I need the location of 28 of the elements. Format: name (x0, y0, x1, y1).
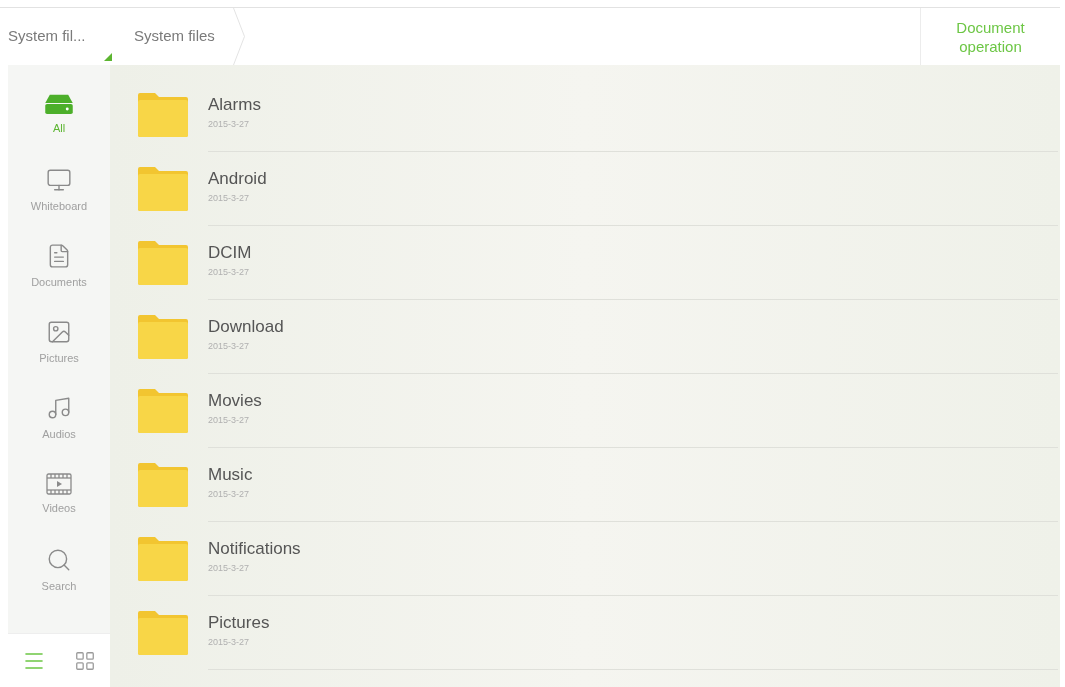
folder-name[interactable]: Movies (208, 389, 262, 411)
folder-date: 2015-3-27 (208, 265, 250, 278)
folder-name[interactable]: Notifications (208, 537, 301, 559)
folder-name[interactable]: Music (208, 463, 253, 485)
folder-date: 2015-3-27 (208, 339, 250, 352)
folder-icon (138, 611, 188, 655)
drive-icon (44, 92, 74, 115)
folder-date: 2015-3-27 (208, 635, 250, 648)
folder-date: 2015-3-27 (208, 561, 250, 574)
folder-icon (138, 463, 188, 507)
grid-icon (73, 649, 96, 672)
folder-icon (138, 389, 188, 433)
film-play-icon (46, 472, 72, 495)
folder-name[interactable]: Pictures (208, 611, 270, 633)
folder-date: 2015-3-27 (208, 191, 250, 204)
folder-icon (138, 241, 188, 285)
folder-name[interactable]: DCIM (208, 241, 252, 263)
folder-icon (138, 167, 188, 211)
folder-date: 2015-3-27 (208, 487, 250, 500)
folder-icon (138, 537, 188, 581)
dropdown-corner-icon (104, 53, 112, 61)
folder-icon (138, 93, 188, 137)
folder-date: 2015-3-27 (208, 413, 250, 426)
folder-date: 2015-3-27 (208, 117, 250, 130)
folder-name[interactable]: Alarms (208, 93, 261, 115)
folder-name[interactable]: Download (208, 315, 284, 337)
folder-name[interactable]: Android (208, 167, 267, 189)
folder-icon (138, 315, 188, 359)
